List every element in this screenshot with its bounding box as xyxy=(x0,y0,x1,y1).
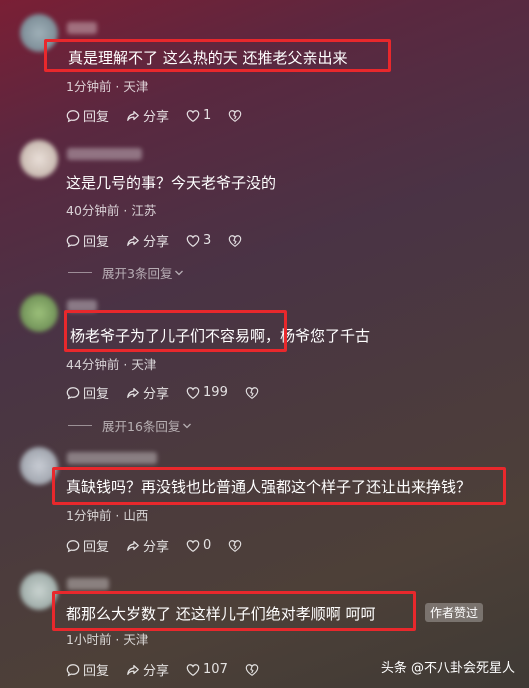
dislike-button[interactable] xyxy=(228,539,242,553)
like-button[interactable]: 107 xyxy=(186,662,228,677)
chevron-down-icon xyxy=(183,423,192,428)
chevron-down-icon xyxy=(175,270,184,275)
comment-actions: 回复 分享 107 xyxy=(66,660,259,679)
heart-icon xyxy=(186,663,200,676)
like-count: 3 xyxy=(203,233,212,248)
dislike-button[interactable] xyxy=(228,234,242,248)
expand-replies-label: 展开3条回复 xyxy=(102,266,173,281)
highlight-box xyxy=(64,310,287,352)
username[interactable] xyxy=(67,452,157,464)
share-label: 分享 xyxy=(143,110,170,125)
share-label: 分享 xyxy=(143,387,170,402)
heart-icon xyxy=(186,539,200,552)
reply-label: 回复 xyxy=(83,387,110,402)
dislike-button[interactable] xyxy=(228,109,242,123)
username[interactable] xyxy=(67,148,142,160)
comment-meta: 44分钟前 · 天津 xyxy=(66,357,157,372)
broken-heart-icon xyxy=(229,234,242,247)
reply-label: 回复 xyxy=(83,540,110,555)
share-label: 分享 xyxy=(143,664,170,679)
comment-actions: 回复 分享 199 xyxy=(66,383,259,402)
avatar[interactable] xyxy=(20,294,58,332)
heart-icon xyxy=(186,234,200,247)
divider xyxy=(68,425,92,426)
reply-button[interactable]: 回复 xyxy=(66,106,109,125)
expand-replies-label: 展开16条回复 xyxy=(102,419,181,434)
comment-actions: 回复 分享 1 xyxy=(66,106,242,125)
share-arrow-icon xyxy=(127,540,139,551)
share-button[interactable]: 分享 xyxy=(126,383,169,402)
watermark: 头条 @不八卦会死星人 xyxy=(380,661,515,676)
author-liked-badge: 作者赞过 xyxy=(425,603,484,622)
share-button[interactable]: 分享 xyxy=(126,660,169,679)
expand-replies-button[interactable]: 展开3条回复 xyxy=(68,263,184,282)
like-count: 199 xyxy=(203,385,228,400)
like-count: 107 xyxy=(203,662,228,677)
comment-meta: 1分钟前 · 天津 xyxy=(66,79,149,94)
heart-icon xyxy=(186,109,200,122)
divider xyxy=(68,272,92,273)
broken-heart-icon xyxy=(229,109,242,122)
share-label: 分享 xyxy=(143,540,170,555)
share-arrow-icon xyxy=(127,110,139,121)
comment-bubble-icon xyxy=(66,109,80,122)
dislike-button[interactable] xyxy=(245,386,259,400)
comment-meta: 1小时前 · 天津 xyxy=(66,632,149,647)
highlight-box xyxy=(52,467,506,505)
share-button[interactable]: 分享 xyxy=(126,231,169,250)
broken-heart-icon xyxy=(245,386,259,399)
heart-icon xyxy=(186,386,200,399)
reply-button[interactable]: 回复 xyxy=(66,383,109,402)
comment-text: 这是几号的事？今天老爷子没的 xyxy=(66,174,277,192)
avatar[interactable] xyxy=(20,140,58,178)
username[interactable] xyxy=(67,22,97,34)
broken-heart-icon xyxy=(229,539,242,552)
share-arrow-icon xyxy=(127,235,139,246)
highlight-box xyxy=(52,591,416,631)
share-button[interactable]: 分享 xyxy=(126,536,169,555)
expand-replies-button[interactable]: 展开16条回复 xyxy=(68,416,192,435)
highlight-box xyxy=(44,39,391,72)
like-button[interactable]: 0 xyxy=(186,538,211,553)
comment-bubble-icon xyxy=(66,539,80,552)
username[interactable] xyxy=(67,578,109,590)
comment-actions: 回复 分享 3 xyxy=(66,231,242,250)
share-label: 分享 xyxy=(143,235,170,250)
reply-button[interactable]: 回复 xyxy=(66,536,109,555)
share-arrow-icon xyxy=(127,387,139,398)
comment-meta: 40分钟前 · 江苏 xyxy=(66,203,157,218)
like-button[interactable]: 199 xyxy=(186,385,228,400)
like-button[interactable]: 1 xyxy=(186,108,211,123)
comment-bubble-icon xyxy=(66,386,80,399)
reply-label: 回复 xyxy=(83,235,110,250)
comment-meta: 1分钟前 · 山西 xyxy=(66,508,149,523)
dislike-button[interactable] xyxy=(245,663,259,677)
reply-label: 回复 xyxy=(83,110,110,125)
comment-bubble-icon xyxy=(66,663,80,676)
comment-actions: 回复 分享 0 xyxy=(66,536,242,555)
comment-bubble-icon xyxy=(66,234,80,247)
reply-button[interactable]: 回复 xyxy=(66,660,109,679)
share-button[interactable]: 分享 xyxy=(126,106,169,125)
broken-heart-icon xyxy=(245,663,259,676)
like-button[interactable]: 3 xyxy=(186,233,211,248)
like-count: 0 xyxy=(203,538,212,553)
like-count: 1 xyxy=(203,108,212,123)
reply-label: 回复 xyxy=(83,664,110,679)
reply-button[interactable]: 回复 xyxy=(66,231,109,250)
share-arrow-icon xyxy=(127,664,139,675)
